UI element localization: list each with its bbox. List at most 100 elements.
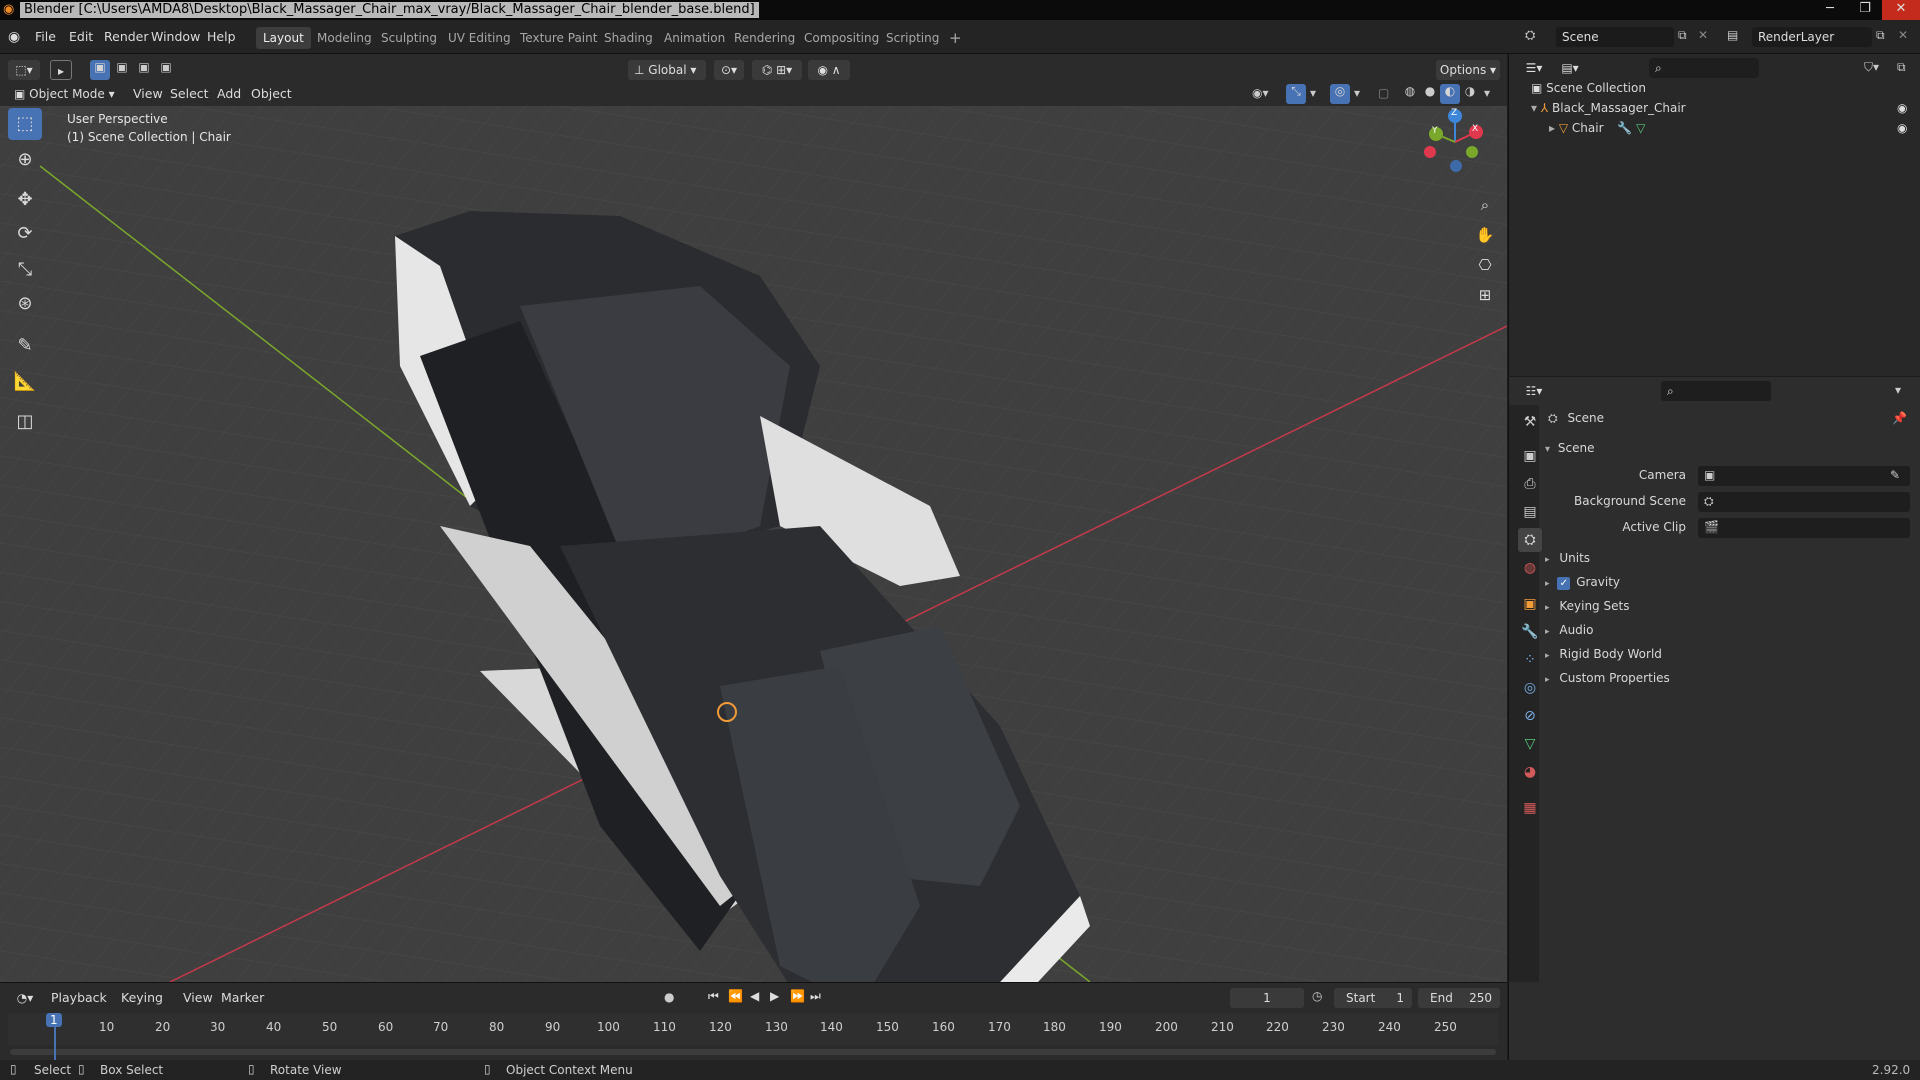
outliner-search-input[interactable]: ⌕ [1649, 58, 1759, 78]
tab-compositing[interactable]: Compositing [797, 27, 886, 49]
view-layer-tab-icon[interactable]: ▤ [1518, 500, 1542, 524]
jump-start-icon[interactable]: ⏮ [708, 989, 719, 1004]
menu-keying[interactable]: Keying [116, 989, 168, 1007]
camera-field[interactable]: ▣ ✎ [1698, 466, 1910, 486]
tab-modeling[interactable]: Modeling [310, 27, 379, 49]
scene-panel-header[interactable]: ▾ Scene [1545, 438, 1915, 458]
rendered-shading-icon[interactable]: ◑ [1460, 84, 1480, 98]
timeline-editor-type[interactable]: ◔▾ [10, 988, 40, 1008]
render-tab-icon[interactable]: ▣ [1518, 444, 1542, 468]
play-icon[interactable]: ▶ [770, 989, 779, 1003]
menu-playback[interactable]: Playback [46, 989, 112, 1007]
proportional-edit-toggle[interactable]: ◉ ∧ [808, 60, 850, 80]
expand-arrow-icon[interactable]: ▸ [1549, 121, 1555, 135]
cursor-tool-icon[interactable]: ⊕ [8, 144, 42, 176]
menu-edit[interactable]: Edit [64, 28, 98, 46]
properties-search-input[interactable]: ⌕ [1661, 381, 1771, 401]
background-scene-field[interactable]: ⛭ [1698, 492, 1910, 512]
annotate-tool-icon[interactable]: ✎ [8, 330, 42, 362]
rigid-body-world-subpanel[interactable]: ▸ Rigid Body World [1545, 644, 1915, 664]
start-frame-field[interactable]: Start 1 [1334, 988, 1412, 1008]
menu-add[interactable]: Add [212, 85, 246, 103]
tab-rendering[interactable]: Rendering [727, 27, 802, 49]
pin-icon[interactable]: 📌 [1892, 408, 1907, 428]
navigation-gizmo[interactable]: Z X Y [1420, 106, 1490, 186]
prev-keyframe-icon[interactable]: ⏪ [728, 989, 743, 1003]
scene-selector[interactable]: Scene [1556, 27, 1674, 47]
outliner-item[interactable]: ▸ ▽ Chair 🔧 ▽ ◉ [1549, 118, 1911, 138]
move-tool-icon[interactable]: ✥ [8, 184, 42, 216]
material-preview-icon[interactable]: ◐ [1440, 84, 1460, 104]
keying-sets-subpanel[interactable]: ▸ Keying Sets [1545, 596, 1915, 616]
eyedropper-icon[interactable]: ✎ [1890, 468, 1900, 482]
select-subtract-icon[interactable]: ▣ [134, 60, 154, 74]
ortho-grid-icon[interactable]: ⊞ [1472, 282, 1498, 308]
view-layer-icon[interactable]: ▤ [1727, 28, 1738, 42]
wireframe-shading-icon[interactable]: ◍ [1400, 84, 1420, 98]
constraints-tab-icon[interactable]: ⊘ [1518, 704, 1542, 728]
select-extend-icon[interactable]: ▣ [112, 60, 132, 74]
add-cube-tool-icon[interactable]: ◫ [8, 406, 42, 438]
menu-view[interactable]: View [128, 85, 168, 103]
material-tab-icon[interactable]: ◕ [1518, 760, 1542, 784]
menu-select[interactable]: Select [165, 85, 214, 103]
record-icon[interactable]: ● [664, 990, 674, 1004]
gravity-checkbox[interactable]: ✓ [1557, 577, 1571, 590]
scene-icon[interactable]: ⛭ [1525, 28, 1535, 43]
playhead-frame[interactable]: 1 [46, 1013, 62, 1027]
select-mode-button[interactable]: ▸ [50, 60, 72, 80]
delete-scene-icon[interactable]: ✕ [1698, 28, 1708, 42]
menu-object[interactable]: Object [246, 85, 297, 103]
audio-subpanel[interactable]: ▸ Audio [1545, 620, 1915, 640]
transform-tool-icon[interactable]: ⊛ [8, 288, 42, 320]
active-clip-field[interactable]: 🎬 [1698, 518, 1910, 538]
camera-view-icon[interactable]: ⎔ [1472, 252, 1498, 278]
transform-orientation-dropdown[interactable]: ⊥ Global ▾ [628, 60, 706, 80]
preview-range-icon[interactable]: ◷ [1312, 989, 1322, 1003]
modifier-tab-icon[interactable]: 🔧 [1518, 620, 1542, 644]
tab-shading[interactable]: Shading [597, 27, 660, 49]
close-button[interactable]: ✕ [1882, 0, 1920, 20]
minimize-button[interactable]: ─ [1815, 0, 1845, 20]
scene-tab-icon[interactable]: ⛭ [1518, 528, 1542, 552]
output-tab-icon[interactable]: ⎙ [1518, 472, 1542, 496]
menu-marker[interactable]: Marker [216, 989, 269, 1007]
end-frame-field[interactable]: End 250 [1418, 988, 1500, 1008]
menu-help[interactable]: Help [202, 28, 241, 46]
measure-tool-icon[interactable]: 📐 [8, 366, 42, 398]
timeline-scrollbar[interactable] [10, 1049, 1496, 1055]
mode-dropdown[interactable]: ▣ Object Mode ▾ [8, 84, 120, 104]
physics-tab-icon[interactable]: ◎ [1518, 676, 1542, 700]
add-workspace-button[interactable]: + [942, 27, 969, 49]
visibility-icon[interactable]: ◉▾ [1252, 86, 1269, 100]
jump-end-icon[interactable]: ⏭ [810, 989, 821, 1004]
display-mode-dropdown[interactable]: ▤▾ [1555, 58, 1585, 78]
gravity-subpanel[interactable]: ▸ ✓ Gravity [1545, 572, 1915, 592]
tab-sculpting[interactable]: Sculpting [374, 27, 444, 49]
properties-options-icon[interactable]: ▾ [1895, 383, 1901, 397]
rotate-tool-icon[interactable]: ⟳ [8, 218, 42, 250]
blender-menu-icon[interactable]: ◉ [8, 29, 20, 45]
select-new-icon[interactable]: ▣ [90, 60, 110, 80]
menu-file[interactable]: File [30, 28, 61, 46]
delete-view-layer-icon[interactable]: ✕ [1898, 28, 1908, 42]
select-box-modes[interactable]: ▣ ▣ ▣ ▣ [90, 60, 182, 80]
tab-texture-paint[interactable]: Texture Paint [513, 27, 604, 49]
outliner-editor-type[interactable]: ☰▾ [1519, 58, 1549, 78]
3d-viewport[interactable]: User Perspective (1) Scene Collection | … [0, 106, 1507, 982]
scale-tool-icon[interactable]: ⤡ [8, 254, 42, 286]
mesh-data-icon[interactable]: ▽ [1636, 121, 1645, 135]
outliner-item[interactable]: ▾ ⅄ Black_Massager_Chair ◉ [1531, 98, 1911, 118]
view-layer-selector[interactable]: RenderLayer [1752, 27, 1872, 47]
shading-dropdown-icon[interactable]: ▾ [1484, 86, 1490, 100]
zoom-icon[interactable]: ⌕ [1472, 192, 1498, 218]
maximize-button[interactable]: ❐ [1850, 0, 1880, 20]
expand-arrow-icon[interactable]: ▾ [1531, 101, 1537, 115]
new-collection-icon[interactable]: ⧉ [1897, 60, 1906, 75]
tab-scripting[interactable]: Scripting [879, 27, 946, 49]
units-subpanel[interactable]: ▸ Units [1545, 548, 1915, 568]
scene-collection-row[interactable]: ▣ Scene Collection [1531, 78, 1911, 98]
options-dropdown[interactable]: Options ▾ [1436, 60, 1500, 80]
next-keyframe-icon[interactable]: ⏩ [790, 989, 805, 1003]
overlays-toggle-icon[interactable]: ◎ [1330, 84, 1350, 104]
